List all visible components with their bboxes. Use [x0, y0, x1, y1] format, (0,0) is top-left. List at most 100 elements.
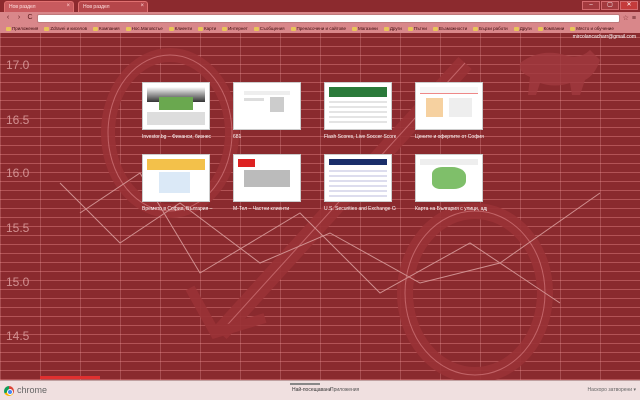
bookmark-label: Магазини [357, 26, 378, 31]
theme-background: 17.0 16.5 16.0 15.5 15.0 14.5 [0, 33, 640, 380]
bookmarks-bar: Приложения Zdravei и киселов Компания Нос.М… [0, 24, 640, 33]
bookmark-label: Нос.Маговстье [131, 26, 163, 31]
folder-icon [6, 26, 11, 31]
folder-icon [570, 26, 576, 31]
thumbnail-caption[interactable]: Investor.bg – Финанси, бизнес [142, 134, 214, 140]
bookmark-item[interactable]: Пренасочени и сайтове [290, 26, 346, 31]
recently-closed-menu[interactable]: Наскоро затворени ▾ [587, 387, 636, 393]
folder-icon [407, 26, 413, 31]
bookmark-item[interactable]: Карти [198, 26, 216, 31]
window-controls: – ▢ ✕ [582, 1, 638, 10]
bookmark-item[interactable]: Други [383, 26, 402, 31]
bookmark-label: Възможности [438, 26, 468, 31]
bookmark-item[interactable]: Бързи работи [473, 26, 508, 31]
tab-new-tab-2[interactable]: Нов раздел × [78, 1, 148, 12]
address-bar[interactable] [37, 13, 620, 23]
chrome-logo-icon [4, 386, 14, 396]
bookmark-label: Други [389, 26, 402, 31]
bookmark-item[interactable]: Zdravei и киселов [44, 26, 87, 31]
tab-apps[interactable]: Приложения [330, 387, 359, 393]
bookmark-item[interactable]: Приложения [6, 26, 38, 31]
axis-label: 15.0 [6, 275, 30, 289]
menu-icon[interactable]: ≡ [632, 15, 636, 22]
folder-icon [222, 26, 228, 31]
bookmark-label: Компания [99, 26, 120, 31]
tab-close-icon[interactable]: × [66, 3, 70, 9]
axis-label: 16.5 [6, 113, 30, 127]
tab-label: Нов раздел [9, 4, 36, 10]
bookmark-item[interactable]: Пътни [407, 26, 427, 31]
bookmark-item[interactable]: Други [513, 26, 532, 31]
bookmark-item[interactable]: Съобщения [253, 26, 285, 31]
thumbnail-preview [420, 87, 478, 125]
bookmark-label: Zdravei и киселов [50, 26, 88, 31]
tab-new-tab[interactable]: Нов раздел × [4, 1, 74, 12]
thumbnail-preview [147, 87, 205, 125]
most-visited-thumbnail[interactable] [324, 82, 392, 130]
bookmark-label: Клиенти [174, 26, 193, 31]
most-visited-thumbnail[interactable] [324, 154, 392, 202]
close-button[interactable]: ✕ [620, 1, 638, 10]
bookmark-label: Бързи работи [479, 26, 508, 31]
most-visited-thumbnail[interactable] [142, 154, 210, 202]
folder-icon [290, 26, 296, 31]
bookmark-item[interactable]: Възможности [432, 26, 468, 31]
thumbnail-preview [147, 159, 205, 197]
folder-icon [168, 26, 174, 31]
most-visited-thumbnail[interactable] [415, 154, 483, 202]
forward-button[interactable]: › [15, 14, 23, 22]
bookmark-label: Интернет [228, 26, 248, 31]
bookmark-item[interactable]: Компании [537, 26, 565, 31]
bookmark-item[interactable]: Интернет [222, 26, 248, 31]
tab-close-icon[interactable]: × [140, 3, 144, 9]
bear-icon [519, 50, 600, 95]
folder-icon [537, 26, 543, 31]
bookmark-label: Приложения [12, 26, 39, 31]
bookmark-item[interactable]: Място и обучение [570, 26, 614, 31]
back-button[interactable]: ‹ [4, 14, 12, 22]
folder-icon [513, 26, 519, 31]
thumbnail-preview [329, 159, 387, 197]
tab-label: Нов раздел [83, 4, 110, 10]
folder-icon [125, 26, 131, 31]
bookmark-label: Пътни [413, 26, 427, 31]
toolbar: ‹ › C ☆ ≡ [0, 12, 640, 24]
user-email[interactable]: mircolancacharr@gmail.com [573, 34, 636, 40]
thumbnail-caption[interactable]: Времето в София, България – S... [142, 206, 214, 212]
axis-label: 16.0 [6, 166, 30, 180]
thumbnail-caption[interactable]: М-Тел – Частни клиенти [233, 206, 305, 212]
thumbnail-preview [238, 159, 296, 197]
axis-label: 17.0 [6, 58, 30, 72]
bookmark-label: Други [519, 26, 532, 31]
most-visited-thumbnail[interactable] [142, 82, 210, 130]
maximize-button[interactable]: ▢ [601, 1, 619, 10]
bookmark-label: Компании [543, 26, 565, 31]
folder-icon [383, 26, 389, 31]
folder-icon [198, 26, 204, 31]
minimize-button[interactable]: – [582, 1, 600, 10]
tab-most-visited[interactable]: Най-посещавани [292, 387, 331, 393]
bookmark-item[interactable]: Нос.Маговстье [125, 26, 163, 31]
bookmark-label: Карти [204, 26, 217, 31]
most-visited-thumbnail[interactable] [233, 82, 301, 130]
thumbnail-caption[interactable]: Flash Scores, Live Soccer Scores, L... [324, 134, 396, 140]
axis-label: 14.5 [6, 329, 30, 343]
chrome-brand: chrome [17, 385, 48, 395]
bookmark-item[interactable]: Компания [93, 26, 120, 31]
bookmark-star-icon[interactable]: ☆ [623, 14, 629, 22]
bookmark-item[interactable]: Магазини [351, 26, 378, 31]
folder-icon [44, 26, 50, 31]
most-visited-thumbnail[interactable] [415, 82, 483, 130]
title-bar: Нов раздел × Нов раздел × – ▢ ✕ [0, 0, 640, 12]
bookmark-label: Място и обучение [576, 26, 614, 31]
reload-button[interactable]: C [26, 14, 34, 22]
most-visited-thumbnail[interactable] [233, 154, 301, 202]
active-tab-indicator [290, 383, 320, 385]
thumbnail-caption[interactable]: U.S. Securities and Exchange Co... [324, 206, 396, 212]
bookmark-item[interactable]: Клиенти [168, 26, 193, 31]
thumbnail-preview [329, 87, 387, 125]
thumbnail-caption[interactable]: Цените и офертите от София [415, 134, 487, 140]
thumbnail-caption[interactable]: 681 [233, 134, 305, 140]
thumbnail-caption[interactable]: Карта на България с улици, адр... [415, 206, 487, 212]
folder-icon [432, 26, 438, 31]
